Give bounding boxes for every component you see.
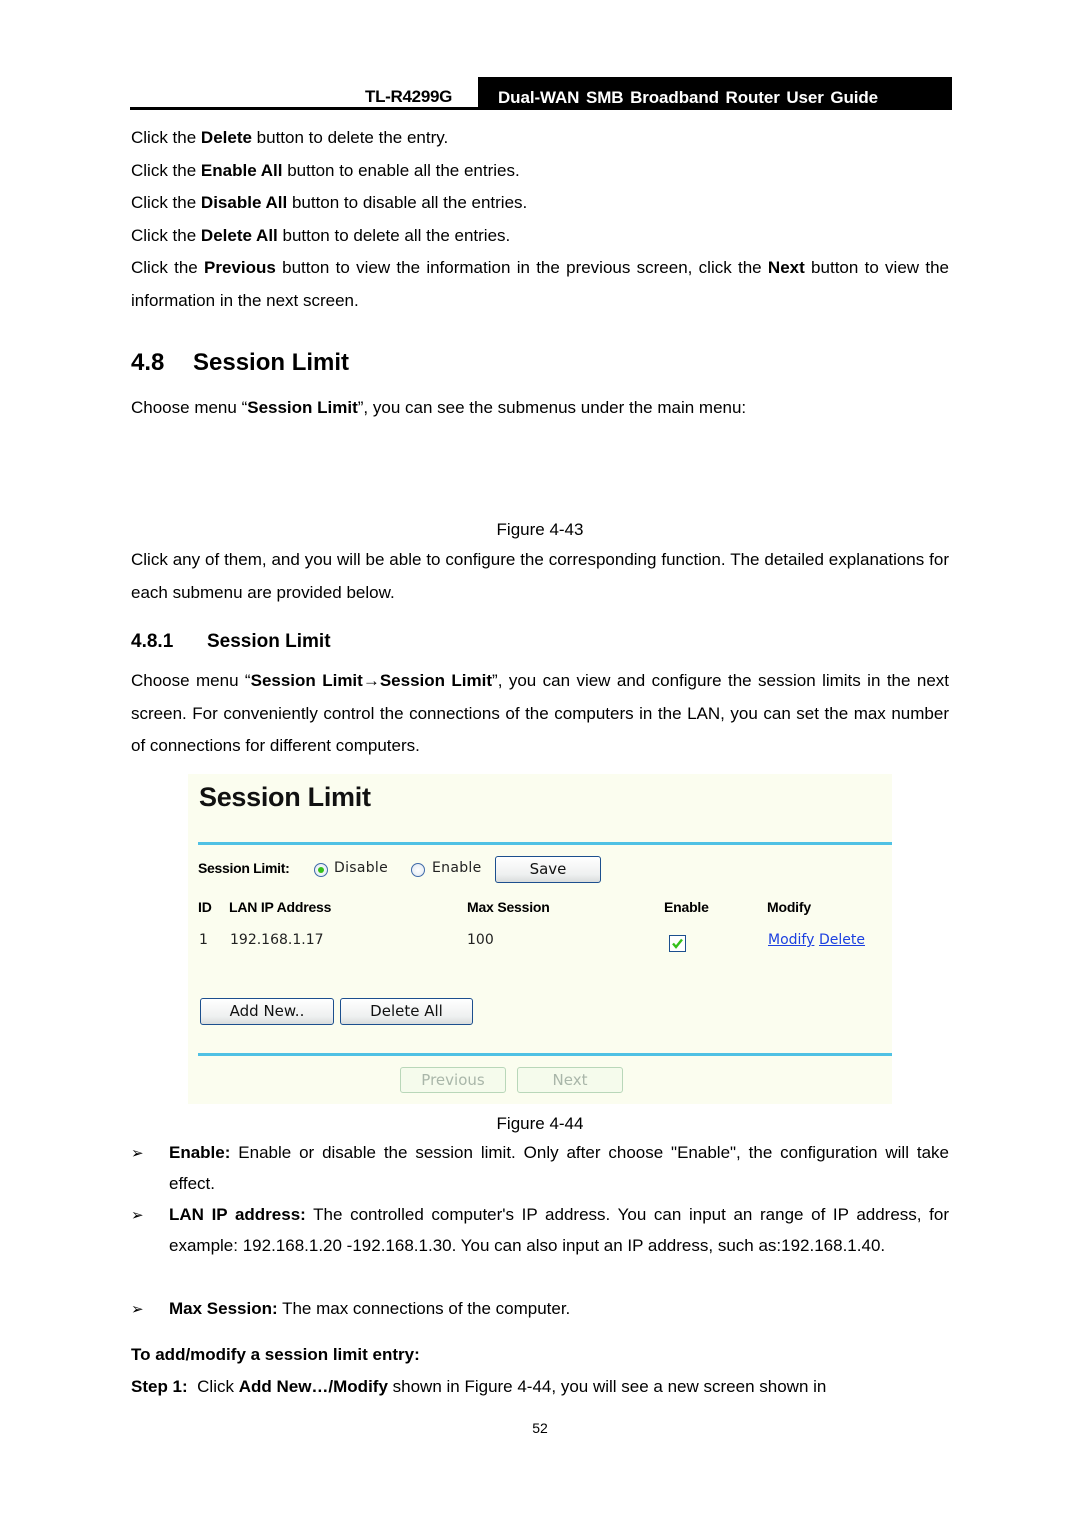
- col-header-lan-ip: LAN IP Address: [229, 899, 332, 915]
- bullet-max-session: Max Session: The max connections of the …: [169, 1299, 571, 1318]
- intro-line-enable-all: Click the Enable All button to enable al…: [131, 161, 520, 180]
- previous-button[interactable]: Previous: [400, 1067, 506, 1093]
- radio-enable[interactable]: [411, 863, 425, 877]
- col-header-modify: Modify: [767, 899, 811, 915]
- row-delete-link[interactable]: Delete: [819, 932, 865, 948]
- procedure-step-1: Step 1: Click Add New…/Modify shown in F…: [131, 1377, 827, 1396]
- header-model: TL-R4299G: [365, 87, 453, 106]
- figure-44-caption: Figure 4-44: [496, 1114, 584, 1133]
- subsection-paragraph: Choose menu “Session Limit→Session Limit…: [131, 671, 949, 755]
- row-id: 1: [199, 932, 208, 948]
- page-number: 52: [532, 1420, 548, 1436]
- header-rule: [130, 107, 952, 110]
- section-heading: 4.8 Session Limit: [131, 349, 350, 376]
- next-button[interactable]: Next: [517, 1067, 623, 1093]
- row-modify-link[interactable]: Modify: [768, 932, 814, 948]
- procedure-heading: To add/modify a session limit entry:: [131, 1345, 420, 1364]
- intro-line-disable-all: Click the Disable All button to disable …: [131, 193, 528, 212]
- save-button[interactable]: Save: [495, 856, 601, 883]
- radio-enable-label[interactable]: Enable: [432, 860, 482, 876]
- bullet-icon: ➢: [131, 1301, 144, 1318]
- figure-43-caption: Figure 4-43: [496, 520, 584, 539]
- session-limit-label: Session Limit:: [198, 860, 290, 876]
- bullet-enable: Enable: Enable or disable the session li…: [169, 1143, 949, 1193]
- intro-line-delete: Click the Delete button to delete the en…: [131, 128, 449, 147]
- bullet-lan-ip: LAN IP address: The controlled computer'…: [169, 1205, 949, 1255]
- bottom-divider: [198, 1053, 892, 1056]
- col-header-max-session: Max Session: [467, 899, 550, 915]
- add-new-button[interactable]: Add New..: [200, 998, 334, 1025]
- radio-disable-label[interactable]: Disable: [334, 860, 388, 876]
- bullet-icon: ➢: [131, 1145, 144, 1162]
- bullet-icon: ➢: [131, 1207, 144, 1224]
- checkmark-icon: [672, 938, 683, 949]
- intro-line-delete-all: Click the Delete All button to delete al…: [131, 226, 511, 245]
- row-lan-ip: 192.168.1.17: [230, 932, 324, 948]
- header-guide-title: Dual-WAN SMB Broadband Router User Guide: [478, 77, 952, 109]
- prev-next-paragraph: Click the Previous button to view the in…: [131, 258, 949, 310]
- section-after-figure: Click any of them, and you will be able …: [131, 550, 949, 602]
- router-page-title: Session Limit: [199, 782, 371, 812]
- row-enable-checkbox[interactable]: [669, 935, 686, 952]
- section-intro: Choose menu “Session Limit”, you can see…: [131, 398, 747, 417]
- col-header-enable: Enable: [664, 899, 709, 915]
- col-header-id: ID: [198, 899, 212, 915]
- session-limit-screenshot: Session Limit Session Limit: Disable Ena…: [188, 774, 892, 1104]
- row-max-session: 100: [467, 932, 494, 948]
- subsection-heading: 4.8.1 Session Limit: [131, 631, 331, 652]
- delete-all-button[interactable]: Delete All: [340, 998, 473, 1025]
- radio-disable[interactable]: [314, 863, 328, 877]
- top-divider: [198, 842, 892, 845]
